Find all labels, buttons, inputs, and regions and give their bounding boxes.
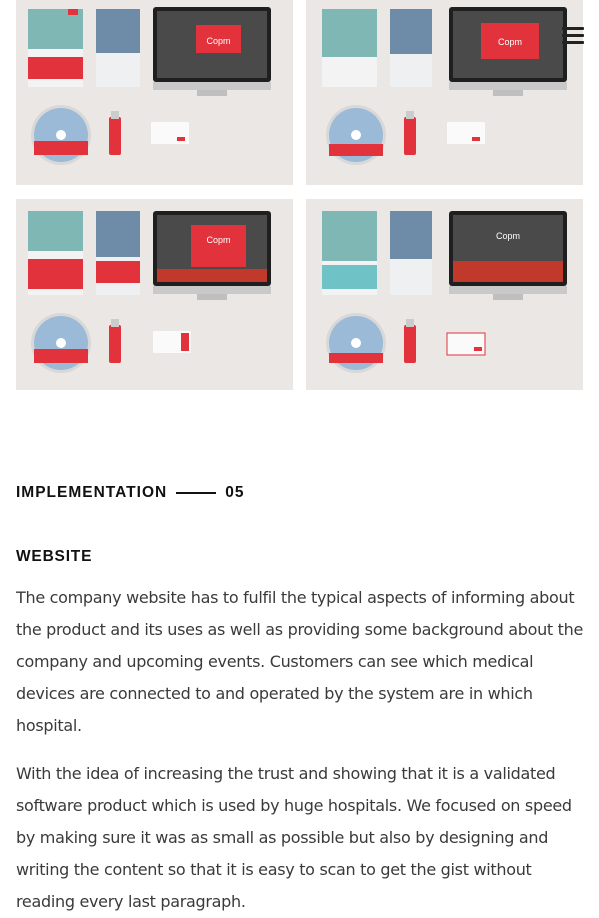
mockup-image-3: Copm	[16, 199, 293, 390]
section-label: IMPLEMENTATION	[16, 484, 168, 501]
business-card-graphic	[153, 331, 191, 353]
disc-graphic	[31, 105, 91, 165]
mockup-image-4: Copm	[306, 199, 583, 390]
disc-graphic	[31, 313, 91, 373]
business-card-graphic	[151, 122, 189, 144]
website-heading: WEBSITE	[16, 548, 93, 565]
business-card-graphic	[446, 332, 486, 356]
section-header: IMPLEMENTATION 05	[16, 484, 244, 502]
brochure-graphic	[322, 9, 432, 87]
brochure-graphic	[28, 9, 140, 87]
usb-graphic	[404, 319, 416, 363]
section-number: 05	[225, 484, 245, 501]
screen-logo: Copm	[498, 37, 522, 47]
brochure-graphic	[322, 211, 432, 295]
brochure-graphic	[28, 211, 140, 295]
monitor-graphic: Copm	[449, 7, 567, 96]
screen-logo: Copm	[206, 36, 230, 46]
disc-graphic	[326, 313, 386, 373]
body-paragraph: With the idea of increasing the trust an…	[16, 764, 572, 911]
section-divider	[176, 492, 217, 494]
disc-graphic	[326, 105, 386, 165]
screen-logo: Copm	[496, 231, 520, 241]
monitor-graphic: Copm	[449, 211, 567, 300]
business-card-graphic	[447, 122, 485, 144]
usb-graphic	[109, 319, 121, 363]
mockup-image-2: Copm	[306, 0, 583, 185]
screen-logo: Copm	[206, 235, 230, 245]
usb-graphic	[404, 111, 416, 155]
body-paragraph: The company website has to fulfil the ty…	[16, 588, 584, 735]
usb-graphic	[109, 111, 121, 155]
hamburger-menu-icon[interactable]	[562, 25, 586, 45]
mockup-image-1: Copm	[16, 0, 293, 185]
monitor-graphic: Copm	[153, 7, 271, 96]
monitor-graphic: Copm	[153, 211, 271, 300]
